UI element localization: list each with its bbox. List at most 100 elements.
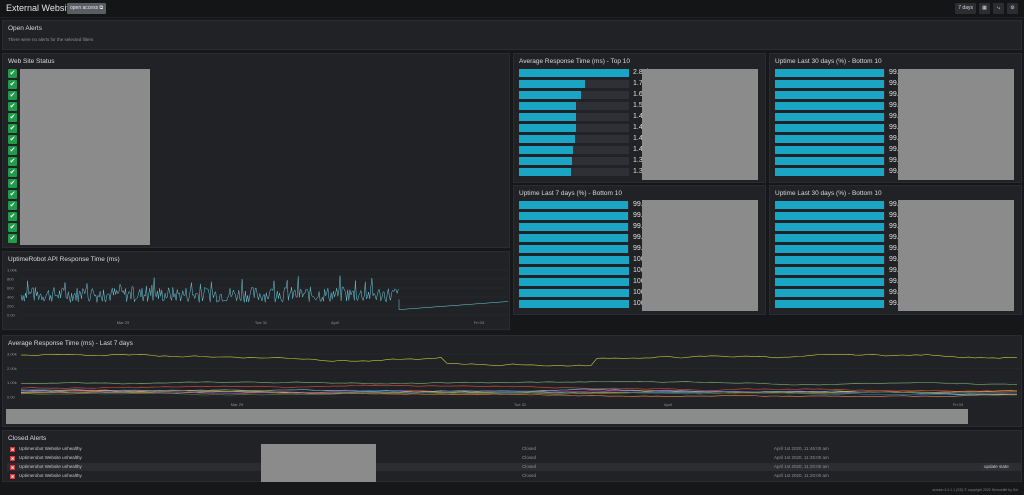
external-link-icon: ⧉ <box>99 5 104 11</box>
uptime30-a-bar <box>775 102 884 110</box>
avg-top10-bar <box>519 168 572 176</box>
web-site-status-title: Web Site Status <box>8 58 55 65</box>
uptime30-b-bar-track <box>775 267 885 275</box>
uptime30-b-bar-track <box>775 289 885 297</box>
uptime30-a-bar-track <box>775 91 885 99</box>
open-alerts-title: Open Alerts <box>8 25 42 32</box>
status-ok-icon: ✔ <box>8 201 17 210</box>
uptime30-b-bar-track <box>775 234 885 242</box>
uptime30-a-image-placeholder <box>898 69 1014 180</box>
x-tick-label: April <box>331 320 339 325</box>
avg-7days-panel: Average Response Time (ms) - Last 7 days… <box>2 335 1022 427</box>
uptime30-b-bar <box>775 245 884 253</box>
uptime30-a-bar-track <box>775 157 885 165</box>
status-ok-icon: ✔ <box>8 190 17 199</box>
uptime7-bar-track <box>519 245 629 253</box>
gear-icon[interactable]: ⚙ <box>1007 3 1018 14</box>
uptime30-a-bar <box>775 168 884 176</box>
alert-time: April 1st 2020, 11:20:00 am <box>774 464 829 469</box>
avg-top10-bar <box>519 113 577 121</box>
status-ok-icon: ✔ <box>8 80 17 89</box>
open-access-label: open access <box>70 5 99 11</box>
closed-alert-row[interactable]: ✖ Uptimerobot Website unhealthy Closed Apri… <box>7 472 1021 480</box>
closed-alerts-image-placeholder <box>261 444 376 482</box>
alert-time: April 1st 2020, 11:46:00 am <box>774 446 829 451</box>
top-bar: External Websites open access ⧉ 7 days ▦… <box>0 0 1024 18</box>
x-tick-label: Tue 31 <box>255 320 268 325</box>
avg-top10-bar <box>519 91 582 99</box>
alert-name: Uptimerobot Website unhealthy <box>19 455 82 460</box>
calendar-icon[interactable]: ▦ <box>979 3 990 14</box>
open-alerts-empty-text: There were no alerts for the selected fi… <box>8 37 94 42</box>
status-ok-icon: ✔ <box>8 135 17 144</box>
uptime30-b-bar <box>775 267 884 275</box>
open-access-button[interactable]: open access ⧉ <box>67 3 107 14</box>
x-tick-label: Mar 29 <box>117 320 130 325</box>
alert-state: Closed <box>522 473 537 478</box>
avg-top10-bar-track <box>519 135 629 143</box>
uptime30-b-bar-track <box>775 223 885 231</box>
avg-top10-bar-track <box>519 124 629 132</box>
y-tick-label: 2.00k <box>7 366 17 371</box>
status-ok-icon: ✔ <box>8 168 17 177</box>
y-tick-label: 0.00 <box>7 395 16 400</box>
y-tick-label: 400 <box>7 295 14 300</box>
uptime7-bar-track <box>519 256 629 264</box>
closed-alert-row[interactable]: ✖ Uptimerobot Website unhealthy Closed Apri… <box>7 454 1021 462</box>
uptime30-b-bar <box>775 223 884 231</box>
uptime7-bar-track <box>519 212 629 220</box>
uptime30-a-bar-track <box>775 113 885 121</box>
avg-top10-bar <box>519 69 629 77</box>
uptime7-bar <box>519 245 628 253</box>
uptime7-bar <box>519 278 629 286</box>
uptime30-a-bar-track <box>775 102 885 110</box>
uptime30-a-bar-track <box>775 168 885 176</box>
uptime7-bar-track <box>519 223 629 231</box>
avg-top10-bar <box>519 135 575 143</box>
x-tick-label: Tue 31 <box>514 402 527 407</box>
uptime7-bar <box>519 289 629 297</box>
alert-state: Closed <box>522 455 537 460</box>
uptime30-b-panel: Uptime Last 30 days (%) - Bottom 10 99.0… <box>769 185 1022 315</box>
status-ok-icon: ✔ <box>8 234 17 243</box>
y-tick-label: 600 <box>7 286 14 291</box>
avg-top10-bar-track <box>519 80 629 88</box>
uptime7-bar-track <box>519 300 629 308</box>
update-state-button[interactable]: update state <box>981 463 1012 471</box>
uptime7-bar-track <box>519 267 629 275</box>
closed-alert-row[interactable]: ✖ Uptimerobot Website unhealthy Closed Apri… <box>7 445 1021 453</box>
uptime30-a-bar-track <box>775 69 885 77</box>
uptime30-b-image-placeholder <box>898 200 1014 311</box>
y-tick-label: 0.00 <box>7 313 16 318</box>
uptime30-a-bar <box>775 157 884 165</box>
uptime30-a-bar <box>775 135 884 143</box>
alert-state: Closed <box>522 446 537 451</box>
web-site-status-panel: Web Site Status ✔ ✔ ✔ ✔ ✔ ✔ ✔ ✔ ✔ ✔ ✔ ✔ ✔ ✔ ✔ ✔ <box>2 53 510 248</box>
avg-top10-bar-track <box>519 69 629 77</box>
status-ok-icon: ✔ <box>8 113 17 122</box>
avg-top10-bar <box>519 102 577 110</box>
uptime7-bar-track <box>519 201 629 209</box>
x-tick-label: April <box>664 402 672 407</box>
uptime30-a-bar-track <box>775 135 885 143</box>
y-tick-label: 1.00k <box>7 380 17 385</box>
uptime30-b-bar <box>775 212 884 220</box>
closed-alert-row[interactable]: ✖ Uptimerobot Website unhealthy Closed Apri… <box>7 463 1021 471</box>
uptime30-a-bar-track <box>775 80 885 88</box>
status-ok-icon: ✔ <box>8 157 17 166</box>
avg-7days-chart: 3.00k 2.00k 1.00k 0.00 Mar 29 Tue 31 April Fri … <box>6 352 1020 424</box>
uptime7-bar <box>519 234 628 242</box>
uptime30-b-bar-track <box>775 256 885 264</box>
time-range-picker[interactable]: 7 days <box>955 3 976 14</box>
uptime7-bar <box>519 201 628 209</box>
share-icon[interactable]: ⤷ <box>993 3 1004 14</box>
uptime7-title: Uptime Last 7 days (%) - Bottom 10 <box>519 190 622 197</box>
avg-top10-bar-track <box>519 146 629 154</box>
alert-state: Closed <box>522 464 537 469</box>
avg-7days-series <box>21 380 1018 386</box>
status-ok-icon: ✔ <box>8 91 17 100</box>
avg-top10-bar-track <box>519 168 629 176</box>
uptime30-b-bar-track <box>775 212 885 220</box>
uptime7-bar-track <box>519 234 629 242</box>
avg-top10-bar-track <box>519 113 629 121</box>
